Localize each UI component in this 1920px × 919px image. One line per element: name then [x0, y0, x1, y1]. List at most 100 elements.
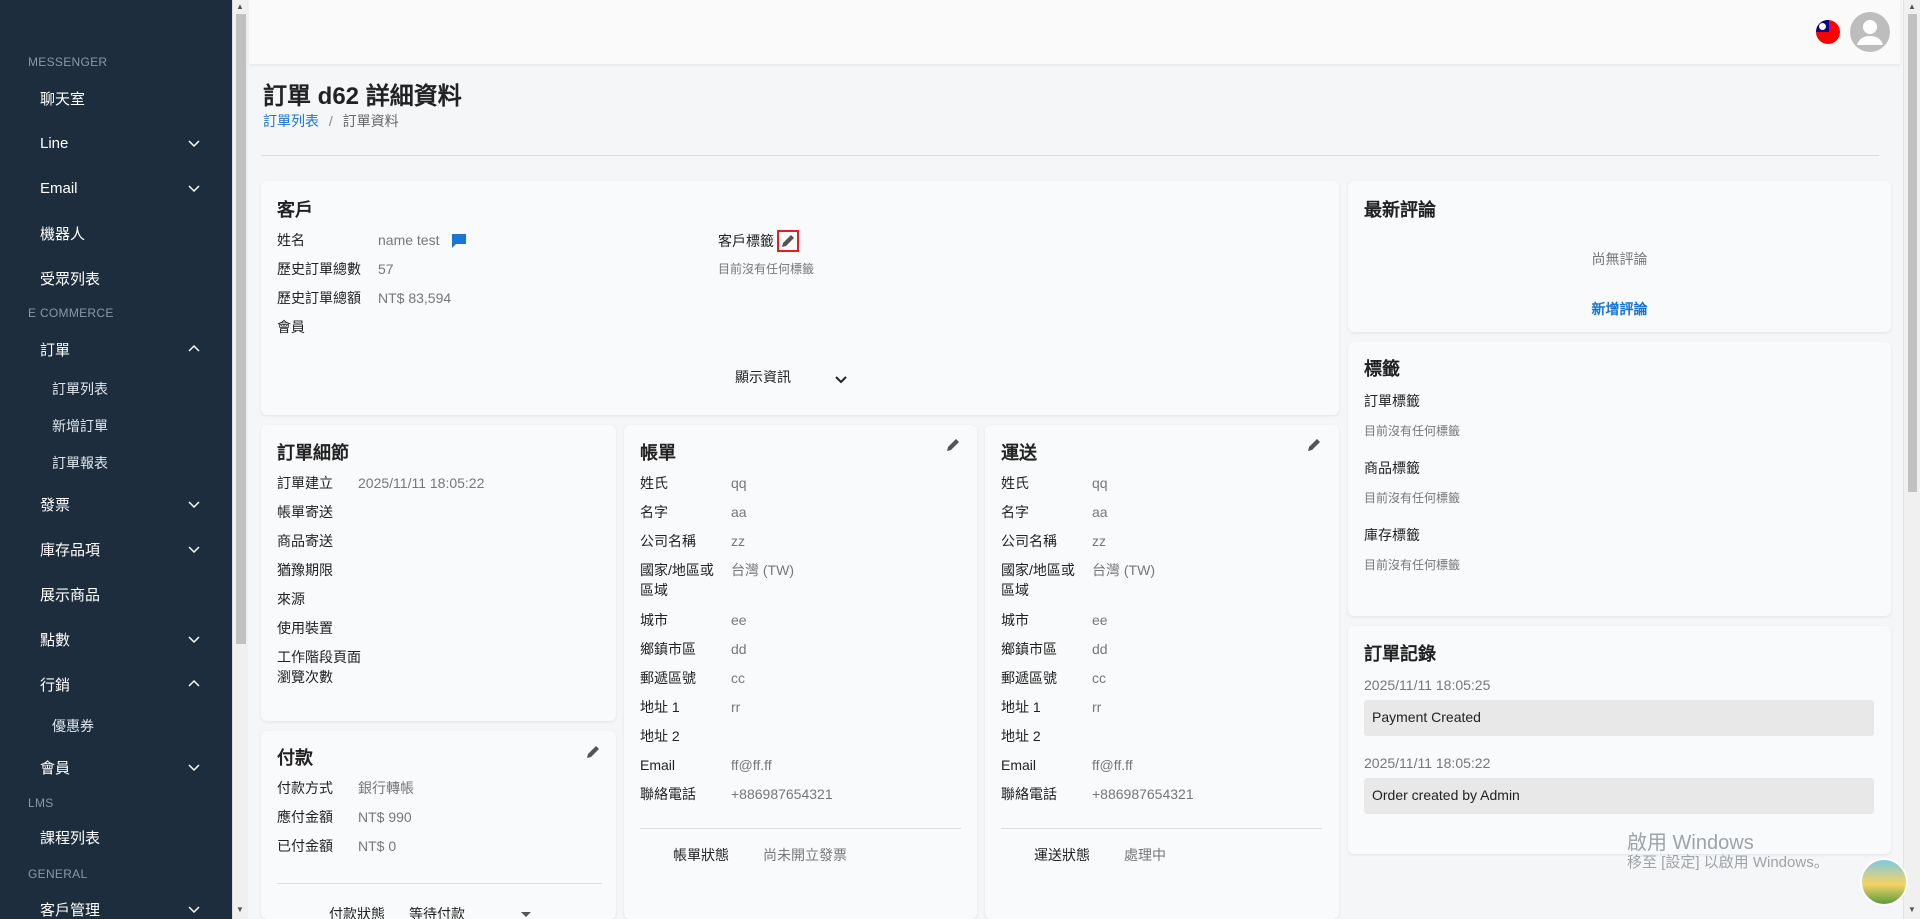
reviews-empty: 尚無評論 [1591, 251, 1648, 267]
billing-label: 名字 [640, 504, 668, 520]
billing-label: 鄉鎮市區 [640, 641, 696, 657]
billing-status-value: 尚未開立發票 [763, 847, 847, 863]
order-history-title: 訂單記錄 [1364, 644, 1436, 664]
product-tags-empty: 目前沒有任何標籤 [1364, 491, 1461, 505]
sidebar-item-inventory[interactable]: 庫存品項 [0, 534, 232, 564]
shipping-status-label: 運送狀態 [1034, 847, 1090, 863]
billing-value: dd [731, 641, 747, 657]
avatar[interactable] [1850, 12, 1890, 52]
payment-status-select[interactable]: 等待付款 [409, 902, 539, 919]
billing-label: 姓氏 [640, 475, 668, 491]
scroll-up-arrow-icon[interactable]: ▲ [1908, 2, 1916, 11]
sidebar-item-invoice[interactable]: 發票 [0, 489, 232, 519]
payment-card: 付款 付款方式 銀行轉帳 應付金額 NT$ 990 已付金額 NT$ 0 付款狀… [261, 731, 616, 919]
sidebar-item-line[interactable]: Line [0, 128, 232, 158]
sidebar-scrollbar[interactable]: ▲ ▼ [232, 0, 248, 919]
billing-value: qq [731, 475, 747, 491]
scroll-down-arrow-icon[interactable]: ▼ [1908, 905, 1916, 914]
billing-label: 國家/地區或 [640, 562, 714, 578]
sidebar: MESSENGER 聊天室 Line Email 機器人 受眾列表 E COMM… [0, 0, 232, 919]
main-area: 訂單 d62 詳細資料 訂單列表 / 訂單資料 客戶 姓名 name test … [249, 0, 1900, 919]
chevron-down-icon [835, 376, 847, 384]
sidebar-item-display-products[interactable]: 展示商品 [0, 579, 232, 609]
billing-value: +886987654321 [731, 786, 833, 802]
edit-shipping-icon[interactable] [1305, 436, 1323, 454]
page-scrollbar[interactable]: ▲ ▼ [1903, 0, 1920, 919]
sidebar-item-chatroom[interactable]: 聊天室 [0, 83, 232, 113]
product-tags-label: 商品標籤 [1364, 460, 1420, 476]
sidebar-item-points[interactable]: 點數 [0, 624, 232, 654]
edit-billing-icon[interactable] [944, 436, 962, 454]
payment-method-label: 付款方式 [277, 780, 333, 796]
billing-label: 聯絡電話 [640, 786, 696, 802]
billing-label: 公司名稱 [640, 533, 696, 549]
sidebar-item-member[interactable]: 會員 [0, 752, 232, 782]
sidebar-item-label: Email [40, 179, 78, 197]
shipping-label: 國家/地區或 [1001, 562, 1075, 578]
sidebar-item-order-list[interactable]: 訂單列表 [0, 374, 232, 404]
reviews-card: 最新評論 尚無評論 新增評論 [1348, 181, 1891, 332]
sidebar-item-coupon[interactable]: 優惠券 [0, 711, 232, 741]
sidebar-item-label: 發票 [40, 496, 71, 514]
chevron-down-icon [188, 764, 200, 772]
stock-tags-empty: 目前沒有任何標籤 [1364, 558, 1461, 572]
header-divider [261, 155, 1879, 156]
order-tags-empty: 目前沒有任何標籤 [1364, 424, 1461, 438]
billing-divider [640, 828, 961, 829]
scroll-down-arrow-icon[interactable]: ▼ [236, 905, 244, 914]
sidebar-item-order-report[interactable]: 訂單報表 [0, 448, 232, 478]
created-label: 訂單建立 [277, 475, 333, 491]
shipping-value: +886987654321 [1092, 786, 1194, 802]
chevron-down-icon [188, 185, 200, 193]
sidebar-item-new-order[interactable]: 新增訂單 [0, 411, 232, 441]
pencil-icon [782, 235, 794, 247]
paid-value: NT$ 0 [358, 838, 397, 854]
breadcrumb: 訂單列表 / 訂單資料 [263, 111, 399, 131]
history-count-value: 57 [378, 261, 394, 277]
section-general: GENERAL [28, 867, 88, 881]
page-scroll-thumb[interactable] [1908, 14, 1917, 492]
shipping-value: zz [1092, 533, 1106, 549]
tags-title: 標籤 [1364, 359, 1400, 379]
shipping-label: 姓氏 [1001, 475, 1029, 491]
sidebar-item-robot[interactable]: 機器人 [0, 218, 232, 248]
tags-card: 標籤 訂單標籤 目前沒有任何標籤 商品標籤 目前沒有任何標籤 庫存標籤 目前沒有… [1348, 342, 1891, 616]
sidebar-item-label: 客戶管理 [40, 901, 101, 919]
shipping-status-value: 處理中 [1124, 847, 1166, 863]
add-review-button[interactable]: 新增評論 [1348, 299, 1891, 319]
edit-payment-icon[interactable] [584, 743, 602, 761]
sidebar-item-orders[interactable]: 訂單 [0, 334, 232, 364]
sidebar-item-marketing[interactable]: 行銷 [0, 669, 232, 699]
sidebar-item-audience[interactable]: 受眾列表 [0, 263, 232, 293]
sidebar-item-label: 點數 [40, 631, 71, 649]
sidebar-item-courses[interactable]: 課程列表 [0, 822, 232, 852]
order-history-card: 訂單記錄 2025/11/11 18:05:25 Payment Created… [1348, 626, 1891, 854]
shipping-card: 運送 姓氏 qq 名字 aa 公司名稱 zz 國家/地區或 區域 台灣 (TW)… [985, 425, 1339, 919]
edit-tags-button[interactable] [777, 230, 799, 252]
sidebar-item-customer-mgmt[interactable]: 客戶管理 [0, 894, 232, 919]
payment-divider [277, 883, 602, 884]
chat-widget-icon[interactable] [1860, 858, 1908, 906]
flag-canton [1816, 20, 1829, 32]
customer-card-title: 客戶 [277, 200, 313, 220]
billing-value: ee [731, 612, 747, 628]
history-time: 2025/11/11 18:05:25 [1364, 677, 1491, 693]
billing-value: rr [731, 699, 741, 715]
message-icon[interactable] [450, 232, 468, 250]
scroll-up-arrow-icon[interactable]: ▲ [236, 2, 244, 11]
sidebar-item-label: Line [40, 134, 69, 152]
billing-value: cc [731, 670, 745, 686]
breadcrumb-link-orders[interactable]: 訂單列表 [263, 113, 319, 129]
shipping-value: ee [1092, 612, 1108, 628]
sidebar-scroll-thumb[interactable] [236, 14, 246, 644]
customer-tags-label: 客戶標籤 [718, 233, 774, 249]
show-info-button[interactable]: 顯示資訊 [735, 367, 855, 391]
page-title: 訂單 d62 詳細資料 [263, 83, 462, 110]
shipping-label: Email [1001, 757, 1037, 773]
sidebar-item-email[interactable]: Email [0, 173, 232, 203]
reviews-title: 最新評論 [1364, 200, 1436, 220]
taiwan-flag-icon[interactable] [1816, 20, 1840, 44]
shipping-label: 聯絡電話 [1001, 786, 1057, 802]
due-label: 應付金額 [277, 809, 333, 825]
shipping-value: aa [1092, 504, 1108, 520]
